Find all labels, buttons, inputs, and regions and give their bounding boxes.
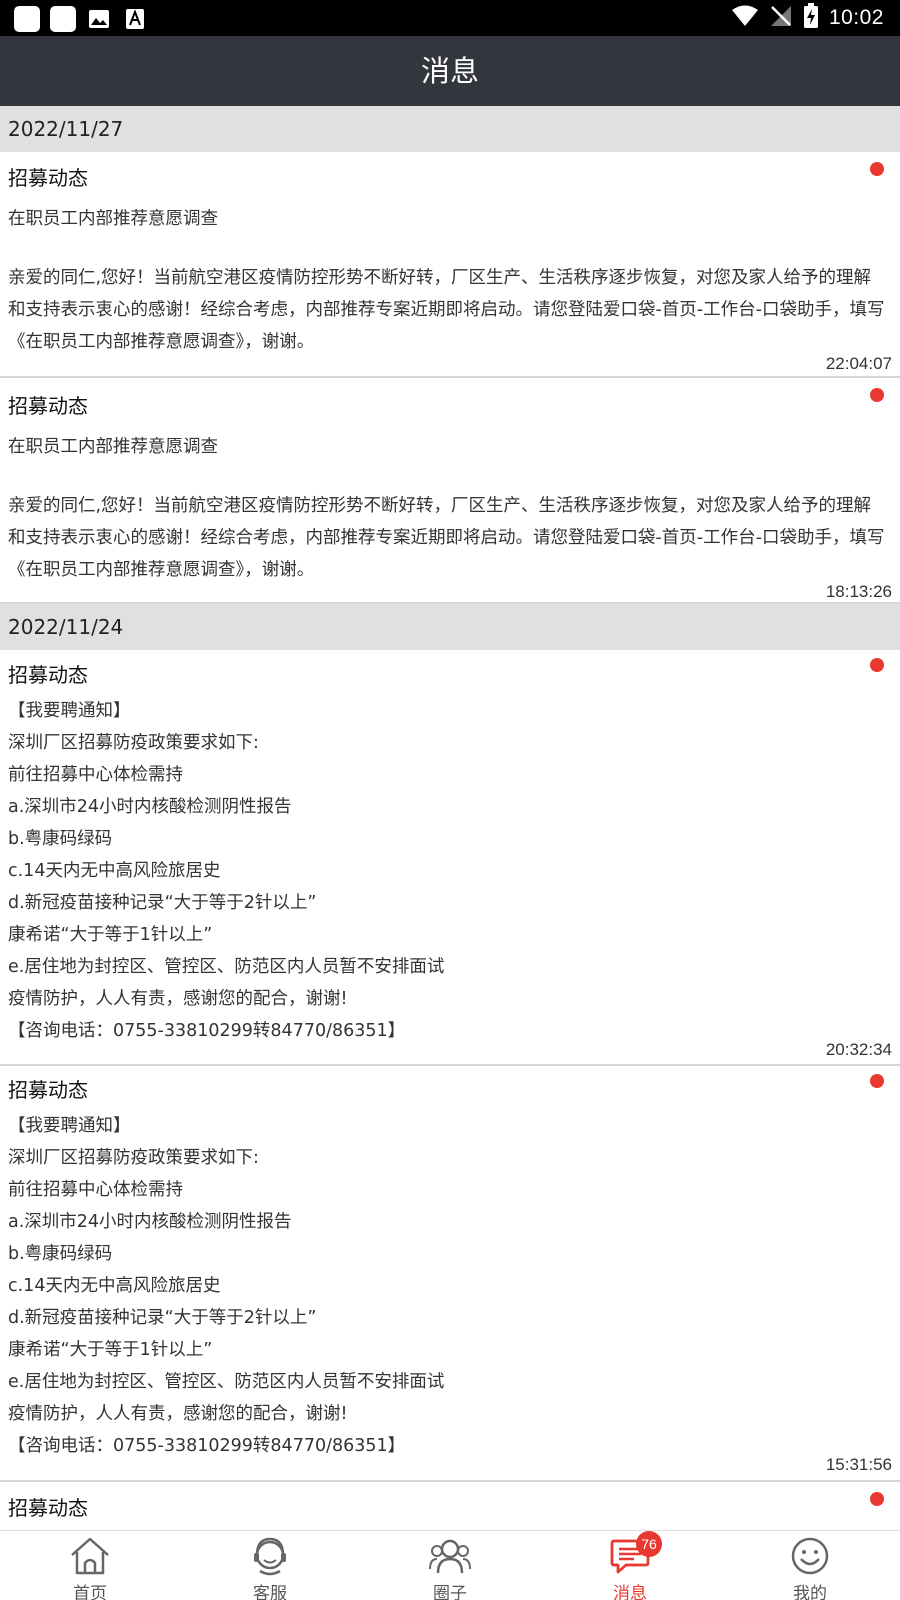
unread-dot xyxy=(870,1492,884,1506)
nav-item-messages[interactable]: 76 消息 xyxy=(540,1531,720,1600)
message-time: 15:31:56 xyxy=(825,1455,892,1474)
customer-service-icon xyxy=(248,1535,292,1577)
message-list[interactable]: 2022/11/27 招募动态 在职员工内部推荐意愿调查 亲爱的同仁,您好！当前… xyxy=(0,106,900,1530)
message-icon: 76 xyxy=(608,1531,662,1577)
message-item[interactable]: 招募动态 在职员工内部推荐意愿调查 亲爱的同仁,您好！当前航空港区疫情防控形势不… xyxy=(0,152,900,378)
message-subtitle: 在职员工内部推荐意愿调查 xyxy=(8,437,218,457)
nav-label-messages: 消息 xyxy=(613,1584,647,1600)
image-icon xyxy=(86,6,112,32)
battery-charging-icon xyxy=(803,3,819,33)
home-icon xyxy=(68,1535,112,1577)
message-title: 招募动态 xyxy=(8,663,88,687)
nav-label-profile: 我的 xyxy=(793,1584,827,1600)
font-icon xyxy=(122,6,148,32)
message-item[interactable]: 招募动态 【我要聘通知】 深圳厂区招募防疫政策要求如下: 前往招募中心体检需持 … xyxy=(0,650,900,1066)
message-item[interactable]: 招募动态 在职员工内部推荐意愿调查 亲爱的同仁,您好！当前航空港区疫情防控形势不… xyxy=(0,378,900,604)
date-header: 2022/11/27 xyxy=(0,106,900,152)
app-icon xyxy=(14,6,40,32)
message-title: 招募动态 xyxy=(8,1496,88,1520)
unread-dot xyxy=(870,162,884,176)
date-header: 2022/11/24 xyxy=(0,604,900,650)
message-body: 【我要聘通知】 深圳厂区招募防疫政策要求如下: 前往招募中心体检需持 a.深圳市… xyxy=(8,1116,445,1456)
status-bar: 10:02 xyxy=(0,0,900,36)
nav-item-customer-service[interactable]: 客服 xyxy=(180,1531,360,1600)
wifi-icon xyxy=(731,5,759,31)
unread-count-badge: 76 xyxy=(636,1531,662,1557)
message-body: 亲爱的同仁,您好！当前航空港区疫情防控形势不断好转，厂区生产、生活秩序逐步恢复，… xyxy=(8,268,885,352)
message-time: 20:32:34 xyxy=(825,1040,892,1059)
nav-item-profile[interactable]: 我的 xyxy=(720,1531,900,1600)
profile-icon xyxy=(788,1535,832,1577)
notification-icons xyxy=(14,6,148,32)
message-body: 亲爱的同仁,您好！当前航空港区疫情防控形势不断好转，厂区生产、生活秩序逐步恢复，… xyxy=(8,496,885,580)
message-subtitle: 在职员工内部推荐意愿调查 xyxy=(8,209,218,229)
date-label: 2022/11/24 xyxy=(8,615,124,639)
nav-label-home: 首页 xyxy=(73,1584,107,1600)
unread-dot xyxy=(870,658,884,672)
message-item[interactable]: 招募动态 xyxy=(0,1482,900,1530)
unread-dot xyxy=(870,388,884,402)
message-time: 22:04:07 xyxy=(825,354,892,373)
bottom-nav: 首页 客服 圈子 76 消息 我的 xyxy=(0,1530,900,1600)
page-title: 消息 xyxy=(420,54,479,88)
message-time: 18:13:26 xyxy=(825,582,892,601)
header-bar: 消息 xyxy=(0,36,900,106)
no-signal-icon xyxy=(769,4,793,32)
message-item[interactable]: 招募动态 【我要聘通知】 深圳厂区招募防疫政策要求如下: 前往招募中心体检需持 … xyxy=(0,1066,900,1482)
message-title: 招募动态 xyxy=(8,394,88,418)
date-label: 2022/11/27 xyxy=(8,117,124,141)
app-icon xyxy=(50,6,76,32)
nav-label-customer-service: 客服 xyxy=(253,1584,287,1600)
message-title: 招募动态 xyxy=(8,166,88,190)
message-body: 【我要聘通知】 深圳厂区招募防疫政策要求如下: 前往招募中心体检需持 a.深圳市… xyxy=(8,701,445,1041)
clock: 10:02 xyxy=(828,6,884,29)
nav-item-home[interactable]: 首页 xyxy=(0,1531,180,1600)
community-icon xyxy=(428,1535,472,1577)
nav-item-community[interactable]: 圈子 xyxy=(360,1531,540,1600)
message-title: 招募动态 xyxy=(8,1078,88,1102)
nav-label-community: 圈子 xyxy=(433,1584,467,1600)
unread-dot xyxy=(870,1074,884,1088)
